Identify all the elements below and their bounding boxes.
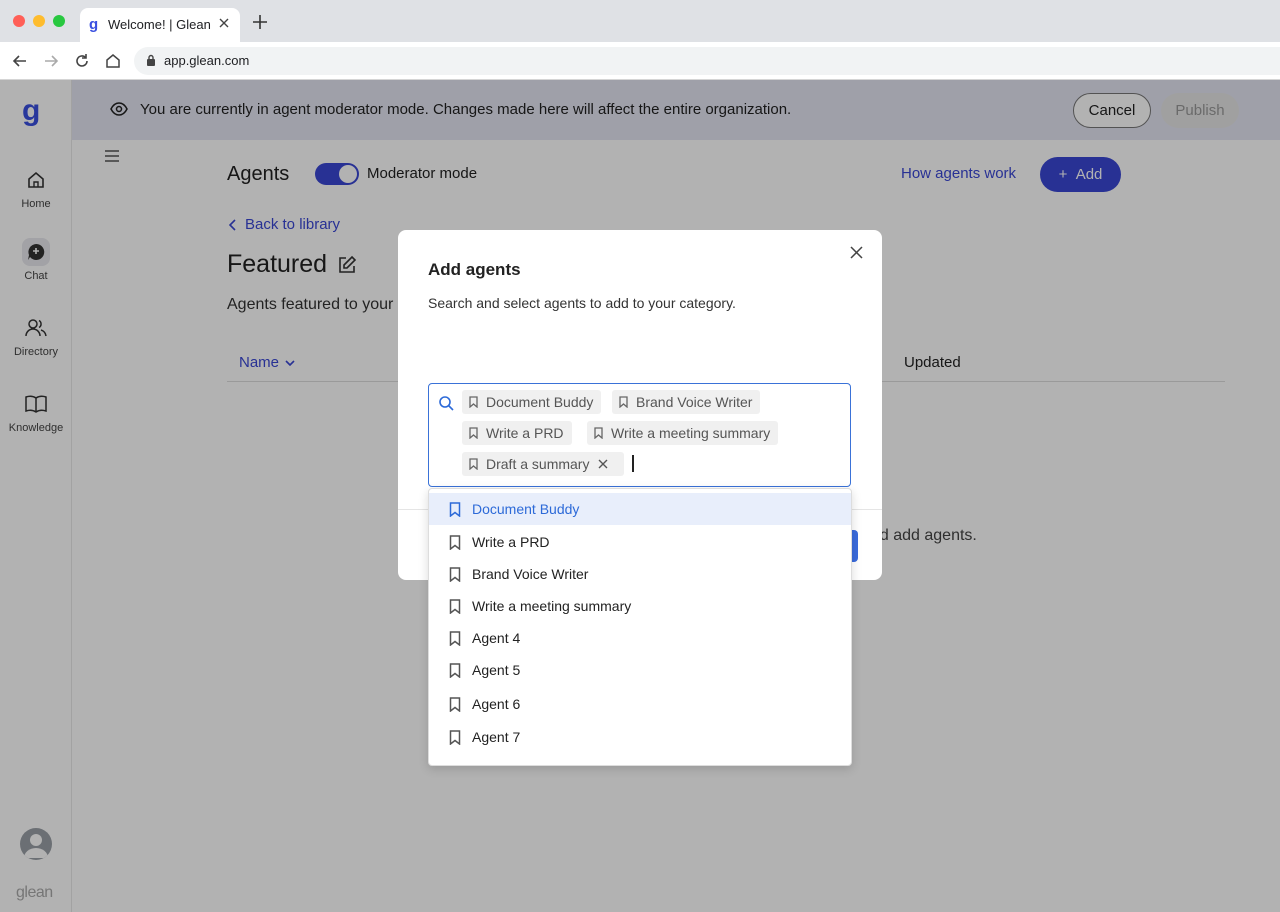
text-cursor xyxy=(632,455,634,472)
tab-title: Welcome! | Glean xyxy=(108,17,211,32)
bookmark-icon xyxy=(619,396,628,408)
list-item[interactable]: Write a PRD xyxy=(429,526,851,558)
bookmark-icon xyxy=(449,501,461,517)
close-window-button[interactable] xyxy=(13,15,25,27)
bookmark-icon xyxy=(449,729,461,745)
maximize-window-button[interactable] xyxy=(53,15,65,27)
agent-suggestion-list: Document Buddy Write a PRD Brand Voice W… xyxy=(428,488,852,766)
favicon-icon: g xyxy=(89,16,99,33)
minimize-window-button[interactable] xyxy=(33,15,45,27)
agent-search-input[interactable]: Document Buddy Brand Voice Writer Write … xyxy=(428,383,851,487)
list-item[interactable]: Agent 6 xyxy=(429,688,851,720)
bookmark-icon xyxy=(469,427,478,439)
url-text: app.glean.com xyxy=(164,53,250,68)
chip-label: Brand Voice Writer xyxy=(636,394,753,410)
list-item[interactable]: Agent 4 xyxy=(429,622,851,654)
list-item[interactable]: Agent 5 xyxy=(429,654,851,686)
selected-chip[interactable]: Brand Voice Writer xyxy=(612,390,761,414)
selected-chip[interactable]: Draft a summary xyxy=(462,452,625,476)
selected-chip[interactable]: Write a PRD xyxy=(462,421,572,445)
list-item-label: Agent 6 xyxy=(472,696,521,712)
selected-chip[interactable]: Write a meeting summary xyxy=(587,421,779,445)
url-field[interactable]: app.glean.com xyxy=(134,47,1280,75)
bookmark-icon xyxy=(449,662,461,678)
list-item-label: Document Buddy xyxy=(472,501,580,517)
bookmark-icon xyxy=(449,566,461,582)
browser-tab[interactable]: g Welcome! | Glean xyxy=(80,8,240,42)
bookmark-icon xyxy=(469,396,478,408)
bookmark-icon xyxy=(449,696,461,712)
back-arrow-icon[interactable] xyxy=(12,53,28,69)
remove-chip-icon[interactable] xyxy=(598,459,608,469)
list-item-label: Brand Voice Writer xyxy=(472,566,589,582)
reload-icon[interactable] xyxy=(74,53,90,69)
bookmark-icon xyxy=(449,630,461,646)
bookmark-icon xyxy=(449,598,461,614)
chip-label: Write a meeting summary xyxy=(611,425,771,441)
tab-close-icon[interactable] xyxy=(218,17,230,29)
browser-address-bar: app.glean.com xyxy=(0,42,1280,80)
lock-icon xyxy=(146,54,156,67)
forward-arrow-icon[interactable] xyxy=(43,53,59,69)
search-icon xyxy=(438,395,454,411)
home-browser-icon[interactable] xyxy=(105,53,121,69)
list-item[interactable]: Agent 7 xyxy=(429,721,851,753)
list-item-label: Agent 5 xyxy=(472,662,521,678)
chip-label: Draft a summary xyxy=(486,456,590,472)
list-item-label: Agent 7 xyxy=(472,729,521,745)
list-item-label: Write a meeting summary xyxy=(472,598,632,614)
list-item[interactable]: Brand Voice Writer xyxy=(429,558,851,590)
chip-label: Write a PRD xyxy=(486,425,564,441)
list-item-label: Agent 4 xyxy=(472,630,521,646)
new-tab-icon[interactable] xyxy=(253,15,267,29)
modal-description: Search and select agents to add to your … xyxy=(428,295,736,311)
list-item[interactable]: Document Buddy xyxy=(429,493,851,525)
browser-tab-bar: g Welcome! | Glean xyxy=(0,0,1280,42)
list-item-label: Write a PRD xyxy=(472,534,550,550)
bookmark-icon xyxy=(449,534,461,550)
close-icon[interactable] xyxy=(850,246,863,259)
bookmark-icon xyxy=(594,427,603,439)
modal-title: Add agents xyxy=(428,260,521,279)
selected-chip[interactable]: Document Buddy xyxy=(462,390,602,414)
chip-label: Document Buddy xyxy=(486,394,594,410)
list-item[interactable]: Write a meeting summary xyxy=(429,590,851,622)
bookmark-icon xyxy=(469,458,478,470)
